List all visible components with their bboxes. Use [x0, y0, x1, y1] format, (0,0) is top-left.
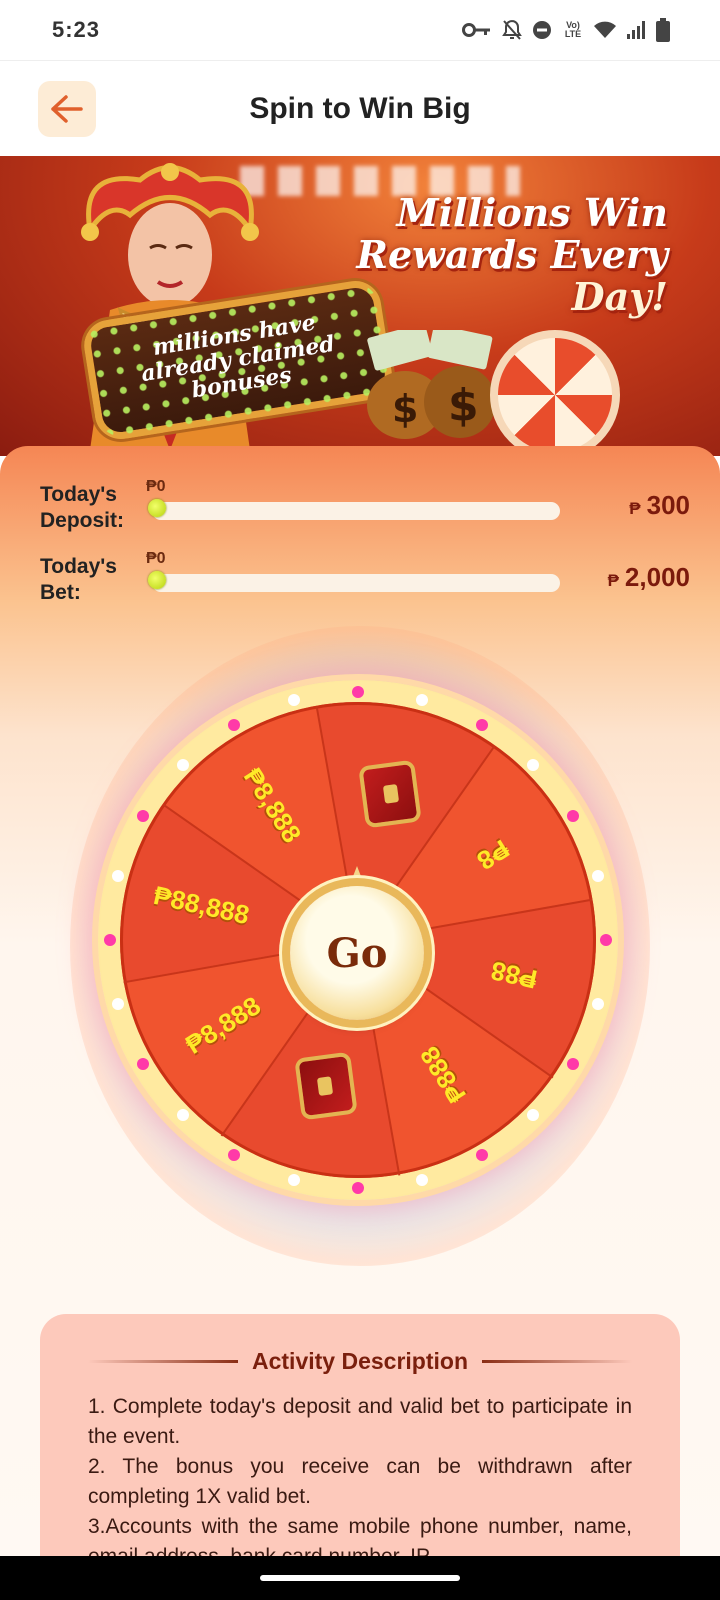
page-title: Spin to Win Big	[249, 91, 471, 125]
wheel-prize-label: ₱8,888	[237, 761, 308, 848]
deposit-label: Today's Deposit:	[40, 482, 150, 534]
description-title-row: Activity Description	[88, 1348, 632, 1375]
key-icon	[462, 22, 492, 38]
status-icons: Vo) LTE	[462, 18, 670, 42]
home-gesture-handle[interactable]	[260, 1575, 460, 1581]
headline-line-3: Day!	[571, 274, 668, 319]
description-item: 2. The bonus you receive can be withdraw…	[88, 1455, 632, 1508]
svg-text:$: $	[448, 380, 479, 431]
bet-label-line-1: Today's	[40, 555, 117, 578]
bet-progress-track	[152, 574, 560, 592]
wheel-rim-light	[591, 869, 604, 882]
deposit-target: ₱ 300	[629, 490, 690, 521]
wheel-rim-light	[566, 810, 579, 822]
sign-text: millions have already claimed bonuses	[91, 301, 385, 417]
wheel-prize-label: ₱88	[488, 955, 541, 995]
wheel-rim-light	[600, 934, 612, 946]
deposit-target-value: 300	[646, 490, 690, 520]
bet-current-value: ₱0	[146, 550, 166, 567]
do-not-disturb-icon	[532, 20, 552, 40]
wheel-rim-light	[176, 758, 189, 771]
title-divider-right	[482, 1360, 632, 1363]
wheel-rim-light	[527, 1109, 540, 1122]
headline-line-2: Rewards Every	[356, 232, 668, 277]
wheel-rim-light	[352, 686, 364, 698]
arrow-left-icon	[51, 95, 83, 123]
deposit-label-line-2: Deposit:	[40, 509, 124, 532]
wheel-prize-label: ₱88,888	[151, 879, 253, 930]
description-title: Activity Description	[252, 1348, 468, 1374]
bet-progress-knob	[148, 571, 166, 589]
deposit-progress-knob	[148, 499, 166, 517]
wheel-prize-label: ₱8	[471, 833, 515, 876]
title-divider-left	[88, 1360, 238, 1363]
wheel-rim-light	[228, 1148, 240, 1161]
bet-progress: Today's Bet: ₱0 ₱ 2,000	[40, 534, 690, 604]
wheel-rim-light	[287, 1173, 300, 1186]
bet-target-currency: ₱	[607, 571, 619, 590]
wheel-rim-light	[591, 998, 604, 1011]
go-label: Go	[326, 929, 388, 977]
wheel-rim-light	[137, 1058, 150, 1070]
description-item: 1. Complete today's deposit and valid be…	[88, 1395, 632, 1448]
bet-label: Today's Bet:	[40, 554, 150, 606]
money-bags-image: $ $	[367, 330, 496, 439]
status-bar: 5:23 Vo) LTE	[0, 0, 720, 60]
volte-icon: Vo) LTE	[564, 20, 582, 39]
bet-target-value: 2,000	[624, 562, 690, 592]
mini-wheel-image	[490, 330, 620, 460]
status-time: 5:23	[52, 17, 101, 42]
wheel-rim-light	[176, 1109, 189, 1122]
wheel-rim-light	[228, 719, 240, 732]
wheel-rim-light	[476, 719, 488, 732]
wheel-rim-light	[112, 998, 125, 1011]
back-button[interactable]	[38, 81, 96, 137]
wheel-prize-label: ₱888	[414, 1041, 473, 1109]
bet-label-line-2: Bet:	[40, 581, 81, 604]
deposit-label-line-1: Today's	[40, 483, 117, 506]
wheel-rim-light	[476, 1148, 488, 1161]
system-nav-bar	[0, 1556, 720, 1600]
deposit-progress-track	[152, 502, 560, 520]
deposit-progress: Today's Deposit: ₱0 ₱ 300	[40, 462, 690, 532]
wheel-rim-light	[104, 934, 116, 946]
wheel-rim-light	[352, 1182, 364, 1194]
wheel-prize-label: ₱8,888	[180, 990, 266, 1061]
treasure-chest-icon	[358, 759, 423, 828]
wheel-rim-light	[112, 869, 125, 882]
wheel-rim-light	[416, 694, 429, 707]
treasure-chest-icon	[293, 1052, 358, 1121]
wheel-rim-light	[137, 810, 150, 822]
signal-icon	[626, 20, 646, 40]
wheel-rim-light	[527, 758, 540, 771]
wheel-rim-light	[287, 694, 300, 707]
headline-line-1: Millions Win	[396, 190, 668, 235]
battery-icon	[656, 18, 670, 42]
wheel-rim-light	[566, 1058, 579, 1070]
app-header: Spin to Win Big	[0, 60, 720, 156]
bet-target: ₱ 2,000	[608, 562, 690, 593]
bell-off-icon	[502, 19, 522, 41]
description-body: 1. Complete today's deposit and valid be…	[88, 1392, 632, 1572]
wheel-rim-light	[416, 1173, 429, 1186]
wifi-icon	[594, 21, 616, 39]
deposit-current-value: ₱0	[146, 478, 166, 495]
go-spin-button[interactable]: Go	[290, 886, 424, 1020]
svg-text:$: $	[392, 387, 418, 431]
banner-headline: Millions Win Rewards Every Day!	[356, 192, 668, 318]
deposit-target-currency: ₱	[629, 499, 641, 518]
